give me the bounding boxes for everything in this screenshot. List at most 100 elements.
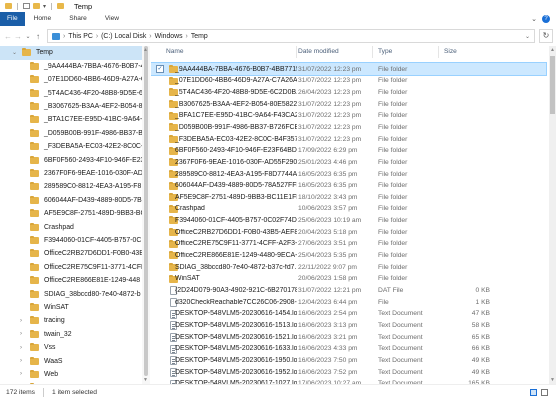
sidebar-item[interactable]: AF5E9C8F-2751-489D-9BB3-BC	[0, 207, 149, 221]
status-bar: 172 items 1 item selected	[0, 384, 556, 400]
column-name[interactable]: Name	[161, 46, 297, 58]
new-folder-icon[interactable]	[33, 3, 40, 9]
crumb-local-disk[interactable]: (C:) Local Disk	[101, 33, 146, 40]
help-icon[interactable]: ?	[542, 15, 550, 23]
file-row[interactable]: F3944060-01CF-4405-B757-0C02F74D... 25/06…	[151, 214, 546, 226]
tab-file[interactable]: File	[0, 12, 25, 26]
sidebar-item[interactable]: 6BF0F560-2493-4F10-946F-E23	[0, 153, 149, 167]
folder-icon	[30, 289, 39, 298]
address-history-icon[interactable]: ⌄	[525, 33, 534, 40]
sidebar-item[interactable]: 289589C0-8812-4EA3-A195-F8	[0, 180, 149, 194]
file-row[interactable]: _BFA1C7EE-E95D-41BC-9A64-F43CA23... 31/07…	[151, 110, 546, 122]
crumb-windows[interactable]: Windows	[155, 33, 183, 40]
sidebar-item[interactable]: 2367F0F6-9EAE-1016-030F-AD	[0, 167, 149, 181]
sidebar-scroll-up-icon[interactable]: ▲	[143, 47, 148, 53]
sidebar-item[interactable]: _BTA1C7EE-E95D-41BC-9A64-F	[0, 113, 149, 127]
sidebar-item[interactable]: _07E1DD60-4BB6-46D9-A27A-C	[0, 73, 149, 87]
file-row[interactable]: ✓ _9AA444BA-7BBA-4676-B0B7-4BB7715... 31/0…	[151, 61, 547, 77]
file-row[interactable]: DESKTOP-548VLM5-20230616-1521.log 16/06/2…	[151, 331, 546, 343]
file-row[interactable]: WinSAT 20/06/2023 1:58 pm File folder	[151, 273, 546, 285]
expand-chevron-icon[interactable]: ›	[20, 371, 22, 377]
sidebar-item[interactable]: OfficeC2RE866E81E-1249-448	[0, 274, 149, 288]
back-arrow-icon[interactable]: ←	[3, 32, 13, 41]
file-row[interactable]: _5T4AC436-4F20-48B8-9D5E-6C2D0B... 26/04/…	[151, 86, 546, 98]
sidebar-item[interactable]: ⌄ Temp	[0, 46, 149, 60]
file-row[interactable]: AF5E9C8F-2751-489D-9BB3-BC11E1FF... 18/10…	[151, 191, 546, 203]
sidebar-item[interactable]: _B3067625-B3AA-4EF2-B054-8	[0, 100, 149, 114]
sidebar-item[interactable]: OfficeC2RB27D6DD1-F0B0-43B	[0, 247, 149, 261]
column-size[interactable]: Size	[439, 46, 491, 58]
file-row[interactable]: 6BF0F560-2493-4F10-946F-E23F64BD2... 17/0…	[151, 145, 546, 157]
file-row[interactable]: _F3DEBA5A-EC03-42E2-8C0C-B4F357... 31/07/…	[151, 133, 546, 145]
file-row[interactable]: DESKTOP-548VLM5-20230616-1952.log 16/06/2…	[151, 366, 546, 378]
expand-chevron-icon[interactable]: ›	[20, 318, 22, 324]
sidebar-item[interactable]: F3944060-01CF-4405-B757-0C	[0, 234, 149, 248]
expand-chevron-icon[interactable]: ›	[20, 331, 22, 337]
sidebar-item[interactable]: _D059B00B-991F-4986-BB37-B	[0, 126, 149, 140]
collapse-chevron-icon[interactable]: ⌄	[12, 49, 17, 56]
expand-chevron-icon[interactable]: ›	[20, 358, 22, 364]
chevron-down-icon[interactable]: ⌄	[23, 33, 33, 40]
file-row[interactable]: d320CheckReachable7CC26C06-2908-... 12/04…	[151, 296, 546, 308]
forward-arrow-icon[interactable]: →	[13, 32, 23, 41]
file-type: File folder	[378, 240, 408, 248]
sidebar-item[interactable]: 606044AF-D439-4889-80D5-7B	[0, 193, 149, 207]
refresh-icon[interactable]: ↻	[539, 29, 553, 43]
crumb-this-pc[interactable]: This PC	[68, 33, 93, 40]
file-list-scrollbar[interactable]	[549, 46, 556, 384]
tab-home[interactable]: Home	[25, 12, 61, 26]
sidebar-item[interactable]: › Vss	[0, 341, 149, 355]
folder-icon[interactable]	[5, 3, 12, 9]
column-type[interactable]: Type	[373, 46, 439, 58]
file-list-scroll-down-icon[interactable]: ▼	[550, 377, 555, 383]
up-arrow-icon[interactable]: ↑	[33, 32, 43, 41]
sidebar-item[interactable]: › tracing	[0, 314, 149, 328]
tab-view[interactable]: View	[96, 12, 128, 26]
sidebar-scroll-thumb[interactable]	[144, 46, 148, 376]
file-name: _B3067625-B3AA-4EF2-B054-80E5822...	[175, 100, 297, 108]
file-row[interactable]: DESKTOP-548VLM5-20230616-1633.log 16/06/2…	[151, 343, 546, 355]
file-row[interactable]: Crashpad 10/06/2023 3:57 pm File folder	[151, 203, 546, 215]
file-row[interactable]: SDIAG_38bccd80-7e40-4872-b37c-fd7... 22/1…	[151, 261, 546, 273]
file-date-modified: 16/06/2023 2:54 pm	[298, 310, 358, 318]
file-row[interactable]: OfficeC2RB27D6DD1-F0B0-43B5-AEF8... 20/04…	[151, 226, 546, 238]
file-row[interactable]: DESKTOP-548VLM5-20230616-1950.log 16/06/2…	[151, 354, 546, 366]
file-row[interactable]: _07E1DD60-4BB6-46D9-A27A-C7A26A... 31/07/…	[151, 75, 546, 87]
file-list-scroll-up-icon[interactable]: ▲	[550, 47, 555, 53]
sidebar-item[interactable]: › Web	[0, 368, 149, 382]
sidebar-item[interactable]: _5T4AC436-4F20-48B8-9D5E-6	[0, 86, 149, 100]
file-row[interactable]: OfficeC2RE866E81E-1249-4480-9ECA-... 25/0…	[151, 249, 546, 261]
file-row[interactable]: _B3067625-B3AA-4EF2-B054-80E5822... 31/07…	[151, 98, 546, 110]
file-list-scroll-thumb[interactable]	[550, 56, 555, 114]
file-row[interactable]: _D059B00B-991F-4986-BB37-B726FCB... 31/07…	[151, 121, 546, 133]
tab-share[interactable]: Share	[60, 12, 96, 26]
sidebar-item[interactable]: › WaaS	[0, 354, 149, 368]
file-row[interactable]: {2D24D079-90A3-4902-921C-6B270178... 31/0…	[151, 284, 546, 296]
address-bar[interactable]: › This PC › (C:) Local Disk › Windows › …	[47, 29, 535, 43]
sidebar-item[interactable]: Crashpad	[0, 220, 149, 234]
properties-icon[interactable]	[23, 3, 30, 9]
sidebar-item-label: WinSAT	[44, 303, 69, 311]
sidebar-item[interactable]: SDIAG_38bccd80-7e40-4872-b	[0, 287, 149, 301]
sidebar-scrollbar[interactable]	[142, 46, 150, 384]
customize-qa-icon[interactable]: ▾	[43, 3, 46, 10]
file-row[interactable]: 289589C0-8812-4EA3-A195-F8D7744A... 16/05…	[151, 168, 546, 180]
sidebar-item[interactable]: WinSAT	[0, 301, 149, 315]
file-row[interactable]: DESKTOP-548VLM5-20230616-1513.log 16/06/2…	[151, 319, 546, 331]
file-row[interactable]: 2367F0F6-9EAE-1016-030F-AD55F290C... 25/0…	[151, 156, 546, 168]
file-row[interactable]: 606044AF-D439-4889-80D5-78A527FFF... 16/0…	[151, 180, 546, 192]
sidebar-item[interactable]: OfficeC2RE75C9F11-3771-4CFF	[0, 260, 149, 274]
expand-ribbon-icon[interactable]: ⌄	[531, 15, 537, 23]
sidebar-item[interactable]: _9AA444BA-7BBA-4676-B0B7-4	[0, 59, 149, 73]
sidebar-scroll-down-icon[interactable]: ▼	[143, 377, 148, 383]
details-view-icon[interactable]	[530, 389, 537, 396]
crumb-temp[interactable]: Temp	[191, 33, 208, 40]
large-icons-view-icon[interactable]	[541, 389, 548, 396]
select-checkbox[interactable]: ✓	[156, 65, 164, 73]
expand-chevron-icon[interactable]: ›	[20, 345, 22, 351]
file-row[interactable]: OfficeC2RE75C9F11-3771-4CFF-A2F3-... 27/0…	[151, 238, 546, 250]
column-date-modified[interactable]: Date modified	[293, 46, 373, 58]
sidebar-item[interactable]: › twain_32	[0, 327, 149, 341]
sidebar-item[interactable]: _F3DEBA5A-EC03-42E2-8C0C-	[0, 140, 149, 154]
file-row[interactable]: DESKTOP-548VLM5-20230616-1454.log 16/06/2…	[151, 308, 546, 320]
